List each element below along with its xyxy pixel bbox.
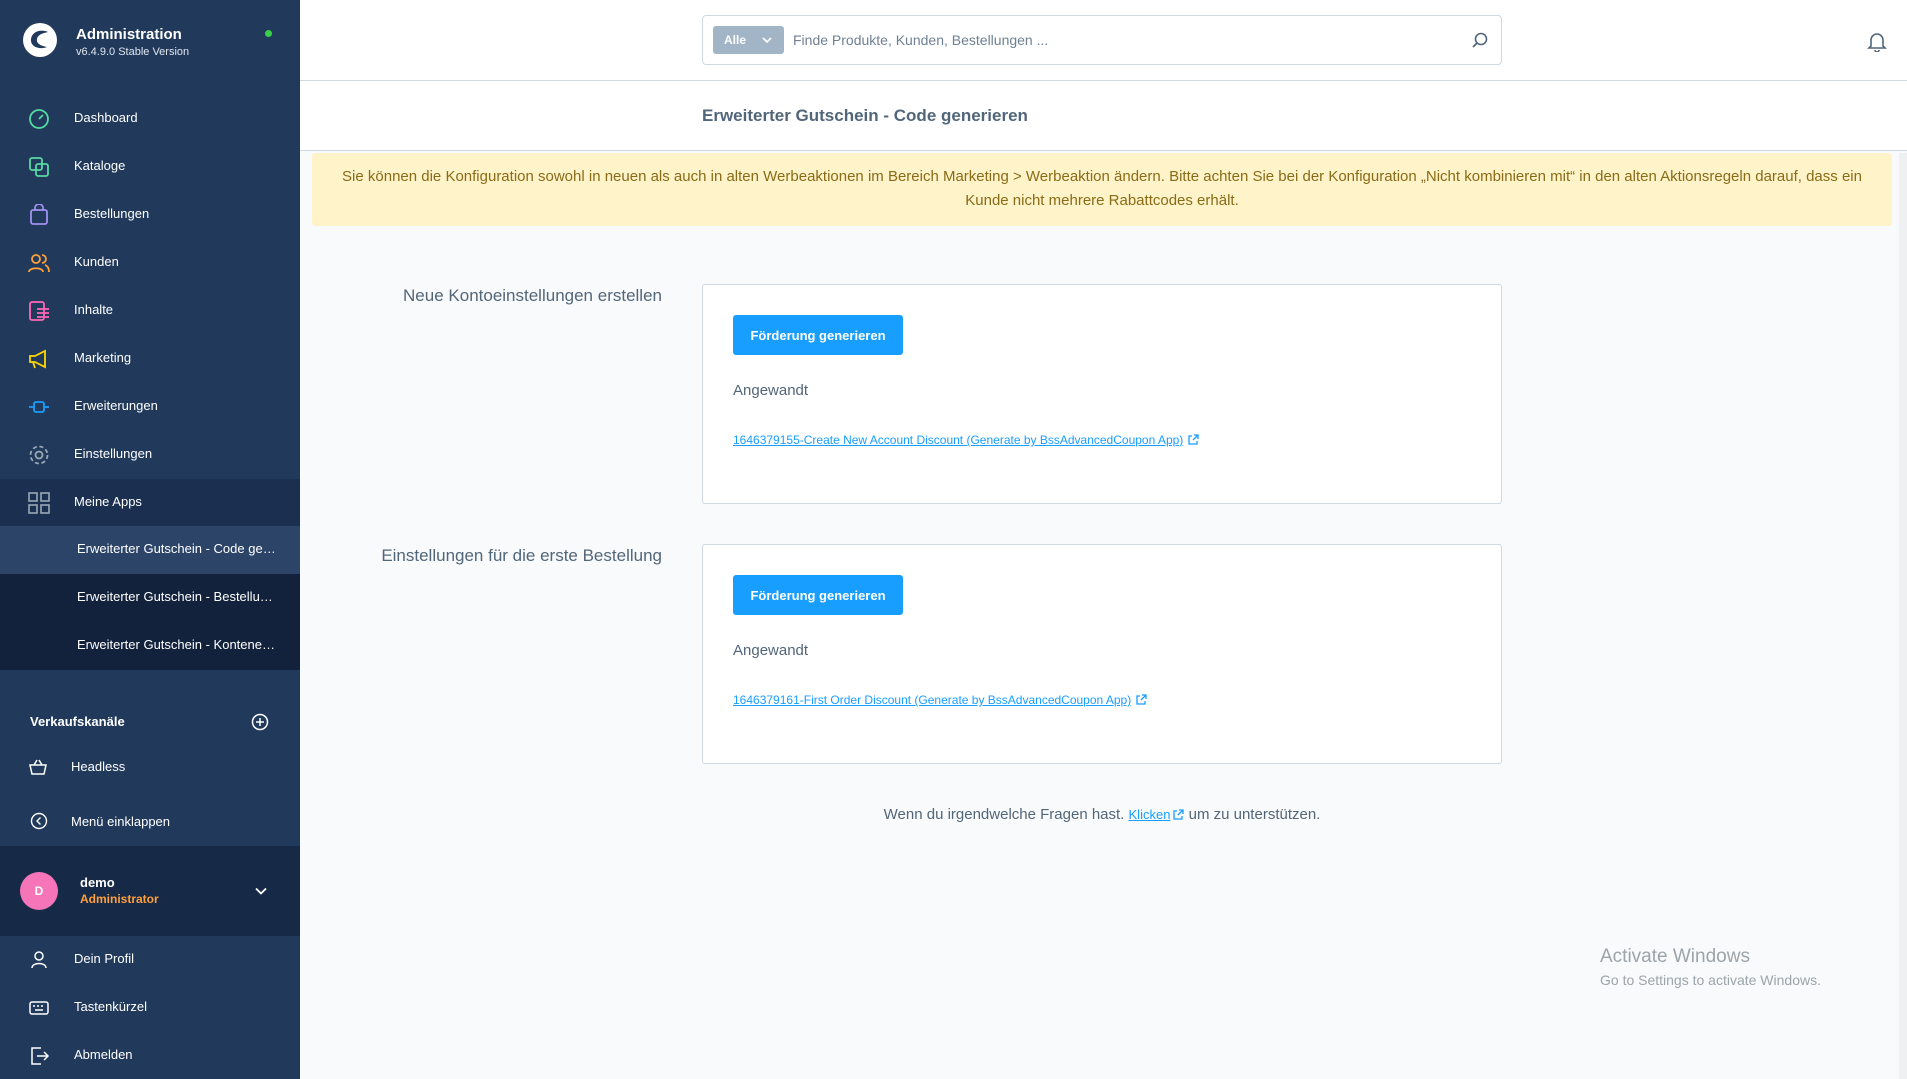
sidebar-header: Administration v6.4.9.0 Stable Version bbox=[0, 0, 300, 88]
nav-erweiterungen[interactable]: Erweiterungen bbox=[0, 383, 300, 431]
windows-watermark-title: Activate Windows bbox=[1600, 946, 1750, 967]
user-menu-label: Dein Profil bbox=[74, 951, 134, 966]
nav-bestellungen[interactable]: Bestellungen bbox=[0, 191, 300, 239]
search-icon[interactable] bbox=[1471, 31, 1489, 49]
sub-nav-label: Erweiterter Gutschein - Kontenerstellung bbox=[77, 637, 277, 652]
shopping-bag-icon bbox=[30, 204, 48, 225]
nav-label: Bestellungen bbox=[74, 206, 150, 221]
add-sales-channel-icon[interactable] bbox=[251, 713, 269, 731]
sub-nav-item-bestellungen[interactable]: Erweiterter Gutschein - Bestellungen bbox=[0, 574, 300, 622]
generate-promotion-button[interactable]: Förderung generieren bbox=[733, 575, 903, 615]
page-header: Erweiterter Gutschein - Code generieren bbox=[300, 81, 1907, 151]
sub-nav-label: Erweiterter Gutschein - Bestellungen bbox=[77, 589, 277, 604]
top-bar: Alle bbox=[300, 0, 1907, 81]
sub-nav-label: Erweiterter Gutschein - Code generieren bbox=[77, 541, 277, 556]
search-type-select[interactable]: Alle bbox=[713, 26, 784, 54]
nav-meine-apps[interactable]: Meine Apps bbox=[0, 479, 300, 527]
apps-grid-icon bbox=[28, 492, 50, 514]
shopware-logo-icon[interactable] bbox=[22, 22, 58, 58]
nav-einstellungen[interactable]: Einstellungen bbox=[0, 431, 300, 479]
support-note: Wenn du irgendwelche Fragen hast. Klicke… bbox=[300, 806, 1904, 823]
nav-inhalte[interactable]: Inhalte bbox=[0, 287, 300, 335]
support-note-before: Wenn du irgendwelche Fragen hast. bbox=[883, 806, 1125, 823]
applied-label: Angewandt bbox=[733, 642, 809, 659]
external-link-icon bbox=[1188, 434, 1199, 445]
info-alert: Sie können die Konfiguration sowohl in n… bbox=[312, 153, 1892, 226]
user-menu-label: Abmelden bbox=[74, 1047, 133, 1062]
search-input[interactable] bbox=[793, 28, 1433, 52]
app-version: v6.4.9.0 Stable Version bbox=[76, 46, 190, 58]
status-indicator bbox=[265, 30, 272, 37]
collapse-label: Menü einklappen bbox=[71, 814, 171, 829]
scrollbar[interactable] bbox=[1899, 153, 1907, 1079]
keyboard-icon bbox=[29, 1001, 49, 1015]
user-name: demo bbox=[80, 875, 115, 890]
plug-icon bbox=[29, 401, 49, 413]
nav-label: Inhalte bbox=[74, 302, 114, 317]
card-first-order: Förderung generieren Angewandt 164637916… bbox=[702, 544, 1502, 764]
support-link[interactable]: Klicken bbox=[1129, 807, 1185, 822]
applied-promotion-text: 1646379161-First Order Discount (Generat… bbox=[733, 693, 1132, 707]
basket-icon bbox=[29, 759, 47, 775]
section-label-first-order: Einstellungen für die erste Bestellung bbox=[381, 546, 662, 565]
nav-dashboard[interactable]: Dashboard bbox=[0, 95, 300, 143]
sub-nav-item-code-generieren[interactable]: Erweiterter Gutschein - Code generieren bbox=[0, 526, 300, 574]
nav-kataloge[interactable]: Kataloge bbox=[0, 143, 300, 191]
nav-marketing[interactable]: Marketing bbox=[0, 335, 300, 383]
sales-channel-label: Headless bbox=[71, 759, 126, 774]
global-search: Alle bbox=[702, 15, 1502, 65]
chevron-left-circle-icon bbox=[30, 812, 48, 830]
page-title: Erweiterter Gutschein - Code generieren bbox=[702, 106, 1028, 125]
applied-label: Angewandt bbox=[733, 382, 809, 399]
support-link-text: Klicken bbox=[1128, 807, 1171, 822]
card-new-account: Förderung generieren Angewandt 164637915… bbox=[702, 284, 1502, 504]
nav-label: Erweiterungen bbox=[74, 398, 158, 413]
user-role: Administrator bbox=[80, 892, 159, 906]
content-icon bbox=[29, 301, 49, 321]
gauge-icon bbox=[29, 109, 49, 129]
support-note-after: um zu unterstützen. bbox=[1188, 806, 1321, 823]
user-menu-profile[interactable]: Dein Profil bbox=[0, 936, 300, 984]
nav-label: Einstellungen bbox=[74, 446, 153, 461]
catalog-icon bbox=[29, 157, 49, 177]
user-menu-logout[interactable]: Abmelden bbox=[0, 1032, 300, 1079]
external-link-icon bbox=[1136, 694, 1147, 705]
bell-icon[interactable] bbox=[1866, 30, 1888, 52]
applied-promotion-text: 1646379155-Create New Account Discount (… bbox=[733, 433, 1184, 447]
sidebar: Administration v6.4.9.0 Stable Version D… bbox=[0, 0, 300, 1079]
section-label-new-account: Neue Kontoeinstellungen erstellen bbox=[403, 286, 662, 305]
nav-label: Meine Apps bbox=[74, 494, 142, 509]
sales-channel-headless[interactable]: Headless bbox=[0, 742, 300, 792]
users-icon bbox=[28, 254, 50, 273]
sub-nav: Erweiterter Gutschein - Code generieren … bbox=[0, 526, 300, 670]
external-link-icon bbox=[1173, 809, 1185, 820]
windows-watermark-subtitle: Go to Settings to activate Windows. bbox=[1600, 972, 1821, 988]
megaphone-icon bbox=[29, 349, 46, 369]
collapse-menu-button[interactable]: Menü einklappen bbox=[0, 798, 300, 844]
nav-label: Marketing bbox=[74, 350, 132, 365]
nav-label: Dashboard bbox=[74, 110, 138, 125]
search-type-label: Alle bbox=[724, 33, 747, 47]
user-menu-toggle[interactable]: D demo Administrator bbox=[0, 846, 300, 936]
nav-kunden[interactable]: Kunden bbox=[0, 239, 300, 287]
gear-icon bbox=[29, 445, 49, 465]
sub-nav-item-kontenerstellung[interactable]: Erweiterter Gutschein - Kontenerstellung bbox=[0, 622, 300, 670]
user-icon bbox=[31, 951, 47, 969]
nav-label: Kunden bbox=[74, 254, 119, 269]
user-menu-label: Tastenkürzel bbox=[74, 999, 147, 1014]
nav-label: Kataloge bbox=[74, 158, 126, 173]
sales-channels-title: Verkaufskanäle bbox=[30, 714, 125, 729]
applied-promotion-link[interactable]: 1646379155-Create New Account Discount (… bbox=[733, 433, 1199, 447]
app-title: Administration bbox=[76, 26, 182, 43]
logout-icon bbox=[31, 1047, 50, 1065]
avatar: D bbox=[20, 872, 58, 910]
chevron-down-icon bbox=[255, 887, 267, 895]
chevron-down-icon bbox=[762, 37, 772, 44]
generate-promotion-button[interactable]: Förderung generieren bbox=[733, 315, 903, 355]
applied-promotion-link[interactable]: 1646379161-First Order Discount (Generat… bbox=[733, 693, 1147, 707]
user-menu-shortcuts[interactable]: Tastenkürzel bbox=[0, 984, 300, 1032]
